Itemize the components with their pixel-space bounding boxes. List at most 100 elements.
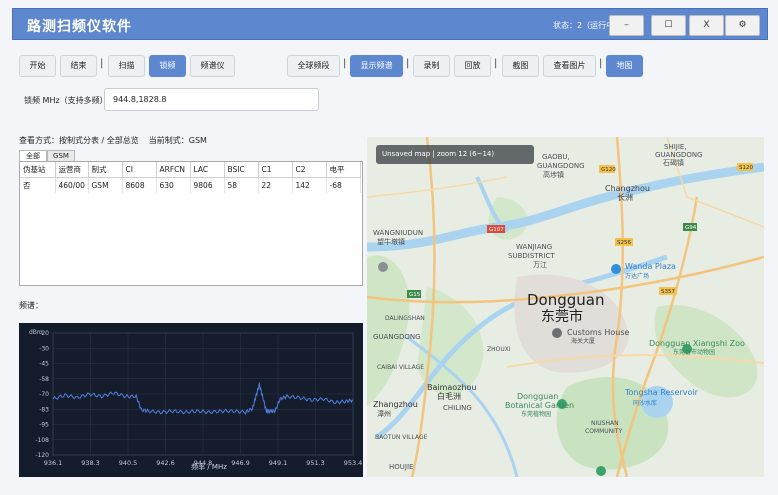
column-header[interactable]: 运营商 (55, 162, 89, 178)
separator: | (100, 58, 104, 69)
lock-freq-label: 锁频 MHz（支持多频） (24, 96, 108, 105)
cell-table-panel: 伪基站 运营商 制式 CI ARFCN LAC BSIC C1 C2 电平 否 … (19, 161, 363, 286)
view-image-button[interactable]: 查看图片 (543, 55, 596, 77)
y-tick-label: -45 (39, 361, 49, 368)
map-label: WANGNIUDUN (373, 229, 423, 237)
x-tick-label: 942.6 (156, 459, 175, 467)
column-header[interactable]: 制式 (88, 162, 123, 178)
x-tick-label: 949.1 (269, 459, 288, 467)
x-tick-label: 936.1 (44, 459, 63, 467)
column-header[interactable]: C1 (258, 162, 293, 178)
playback-button[interactable]: 回放 (454, 55, 491, 77)
map-label: BAOTUN VILLAGE (375, 434, 428, 441)
separator: | (406, 58, 410, 69)
map-label: COMMUNITY (585, 428, 623, 435)
minimize-button[interactable]: – (609, 15, 644, 36)
start-button[interactable]: 开始 (19, 55, 56, 77)
map-label: HOUJIE (389, 463, 413, 471)
separator: | (494, 58, 498, 69)
x-tick-label: 951.3 (306, 459, 325, 467)
column-header[interactable]: CI (122, 162, 157, 178)
separator: | (599, 58, 603, 69)
x-tick-label: 938.3 (81, 459, 100, 467)
map-label: Dongguan (517, 392, 558, 401)
map-info-overlay: Unsaved map | zoom 12 (6~14) (376, 145, 534, 164)
spectrum-grid (52, 332, 354, 456)
road-shield: G15 (409, 292, 421, 298)
table-cell: -68 (326, 177, 361, 193)
map-label: Dongguan Xiangshi Zoo (649, 339, 745, 348)
map-label: 同沙水库 (633, 399, 657, 407)
column-header[interactable]: C2 (292, 162, 327, 178)
map-label: Baimaozhou (427, 383, 476, 392)
y-tick-label: -95 (39, 422, 49, 429)
spectrum-x-title: 频率 / MHz (191, 462, 227, 471)
y-tick-label: -83 (39, 406, 49, 413)
y-tick-label: -30 (39, 345, 49, 352)
map-label: GUANGDONG (655, 151, 703, 159)
lock-freq-button[interactable]: 锁频 (149, 55, 186, 77)
end-button[interactable]: 结束 (60, 55, 97, 77)
map-label: 高埗镇 (543, 170, 564, 179)
map-label: DALINGSHAN (385, 315, 425, 322)
map-label: Botanical Garden (505, 401, 574, 410)
y-tick-label: -58 (39, 376, 49, 383)
map-label: 东莞香市动物园 (673, 348, 715, 356)
map-label: 漳州 (377, 409, 391, 418)
road-shield: S357 (661, 289, 675, 295)
table-cell: 630 (156, 177, 191, 193)
map-label: Changzhou (605, 184, 650, 193)
map-label: Tongsha Reservoir (624, 388, 699, 397)
close-button[interactable]: X (689, 15, 724, 36)
spectrum-chart: -20-30-45-58-70-83-95-108-120 936.1 938.3… (19, 323, 363, 477)
maximize-button[interactable]: ☐ (651, 15, 686, 36)
current-mode-text: 当前制式：GSM (148, 136, 207, 145)
column-header[interactable]: 电平 (326, 162, 361, 178)
column-header[interactable]: LAC (190, 162, 225, 178)
road-shield: S256 (617, 240, 631, 246)
map-label: 望牛墩镇 (377, 237, 405, 246)
screenshot-button[interactable]: 截图 (502, 55, 539, 77)
y-tick-label: -108 (35, 437, 49, 444)
map-label: 万达广场 (625, 272, 649, 280)
map-center-en: Dongguan (527, 291, 604, 309)
table-row[interactable]: 否 460/00 GSM 8608 630 9806 58 22 142 -68 (20, 177, 361, 193)
spectrum-y-ticks: -20-30-45-58-70-83-95-108-120 (35, 330, 49, 459)
scan-button[interactable]: 扫描 (108, 55, 145, 77)
table-cell: 8608 (122, 177, 157, 193)
spectrum-y-unit: dBm (29, 329, 43, 336)
settings-button[interactable]: ⚙ (725, 15, 760, 36)
map-label: 万江 (533, 261, 547, 269)
global-band-button[interactable]: 全球频段 (287, 55, 340, 77)
table-cell: 58 (224, 177, 259, 193)
table-cell: 9806 (190, 177, 225, 193)
record-button[interactable]: 录制 (413, 55, 450, 77)
map-label: 白毛洲 (437, 391, 461, 401)
show-band-button[interactable]: 显示频谱 (350, 55, 403, 77)
spectrum-analyzer-button[interactable]: 频谱仪 (190, 55, 235, 77)
map-label: GUANGDONG (537, 162, 585, 170)
map-label: ZHOUXI (487, 346, 511, 353)
app-title: 路测扫频仪软件 (27, 19, 132, 35)
map-label: 海关大厦 (571, 337, 595, 345)
map-label: 石碣镇 (663, 158, 684, 167)
separator: | (343, 58, 347, 69)
map-label: GUANGDONG (373, 333, 421, 341)
table-cell: 460/00 (55, 177, 89, 193)
map-label: Zhangzhou (373, 400, 418, 409)
map-center-zh: 东莞市 (541, 308, 583, 325)
map-button[interactable]: 地图 (606, 55, 643, 77)
table-header-row: 伪基站 运营商 制式 CI ARFCN LAC BSIC C1 C2 电平 (20, 162, 361, 178)
column-header[interactable]: BSIC (224, 162, 259, 178)
x-tick-label: 946.9 (231, 459, 250, 467)
column-header[interactable]: 伪基站 (20, 162, 56, 178)
lock-freq-input[interactable] (104, 88, 319, 111)
table-cell: 142 (292, 177, 327, 193)
y-tick-label: -70 (39, 391, 49, 398)
road-shield: G120 (601, 167, 616, 173)
map-view[interactable]: GAOBU, GUANGDONG 高埗镇 SHIJIE, GUANGDONG 石… (367, 137, 764, 477)
road-shield: S120 (739, 165, 753, 171)
x-tick-label: 953.4 (344, 459, 363, 467)
column-header[interactable]: ARFCN (156, 162, 191, 178)
cell-table: 伪基站 运营商 制式 CI ARFCN LAC BSIC C1 C2 电平 否 … (20, 162, 361, 193)
